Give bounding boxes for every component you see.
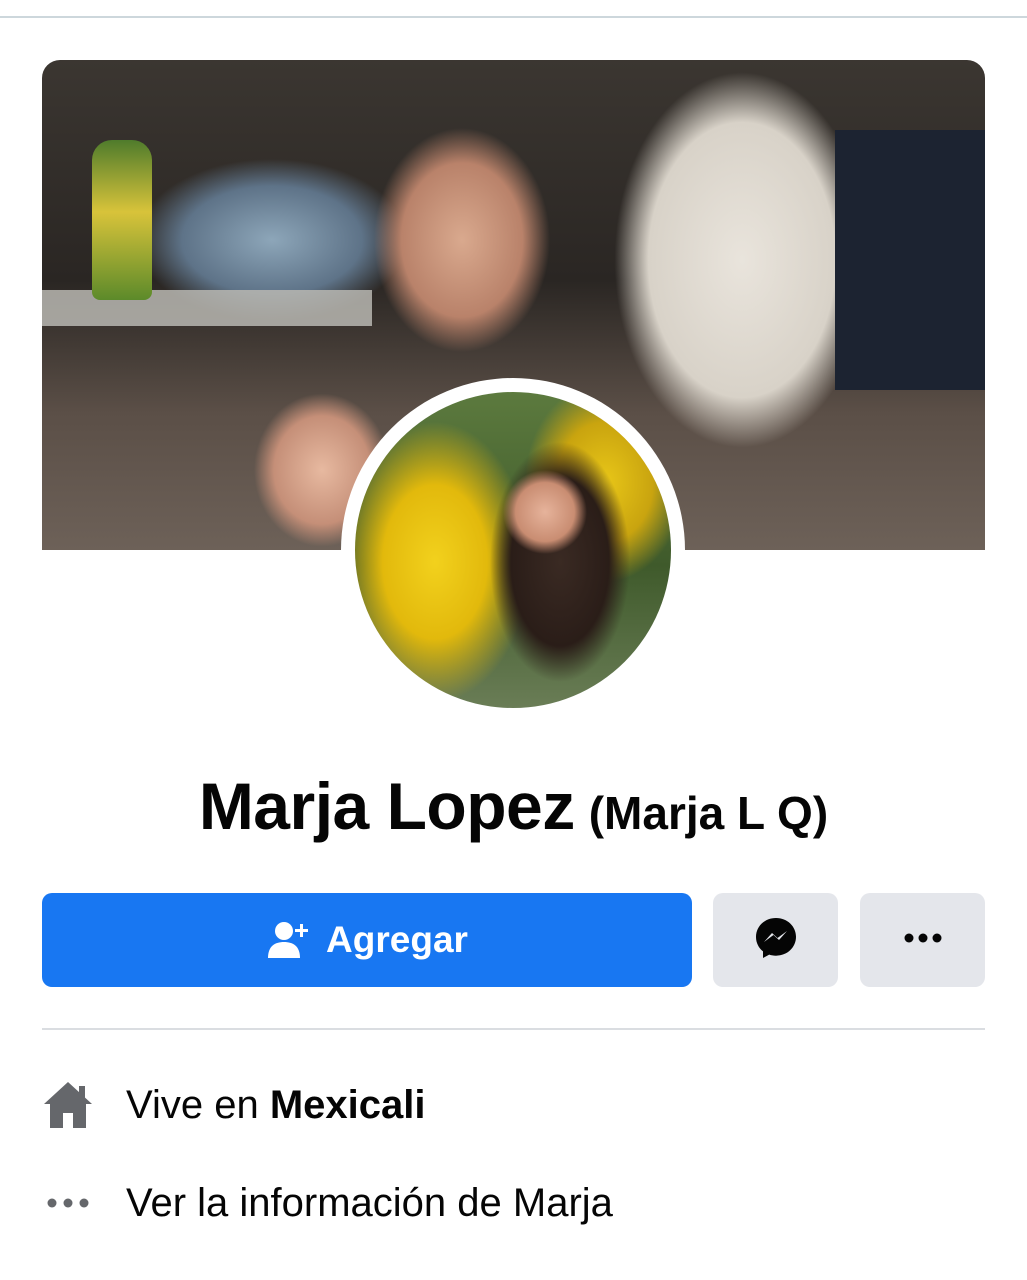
profile-picture[interactable] xyxy=(341,378,685,722)
more-dots-icon xyxy=(42,1197,94,1209)
section-divider xyxy=(42,1028,985,1030)
current-city-name[interactable]: Mexicali xyxy=(270,1083,426,1127)
current-city-row: Vive en Mexicali xyxy=(42,1075,985,1135)
top-divider xyxy=(0,16,1027,18)
profile-picture-image xyxy=(355,392,671,708)
more-dots-icon xyxy=(903,931,943,949)
home-icon xyxy=(42,1080,94,1130)
profile-name: Marja Lopez xyxy=(198,769,575,843)
person-add-icon xyxy=(266,918,310,962)
profile-name-heading: Marja Lopez (Marja L Q) xyxy=(0,768,1027,844)
add-friend-label: Agregar xyxy=(326,919,468,960)
current-city-text: Vive en Mexicali xyxy=(126,1083,425,1128)
see-about-info-text: Ver la información de Marja xyxy=(126,1180,613,1225)
more-options-button[interactable] xyxy=(860,893,985,987)
messenger-icon xyxy=(754,916,798,965)
see-about-info-row[interactable]: Ver la información de Marja xyxy=(42,1173,985,1233)
messenger-button[interactable] xyxy=(713,893,838,987)
profile-alternate-name: (Marja L Q) xyxy=(588,787,829,839)
current-city-prefix: Vive en xyxy=(126,1082,259,1127)
add-friend-button[interactable]: Agregar xyxy=(42,893,692,987)
